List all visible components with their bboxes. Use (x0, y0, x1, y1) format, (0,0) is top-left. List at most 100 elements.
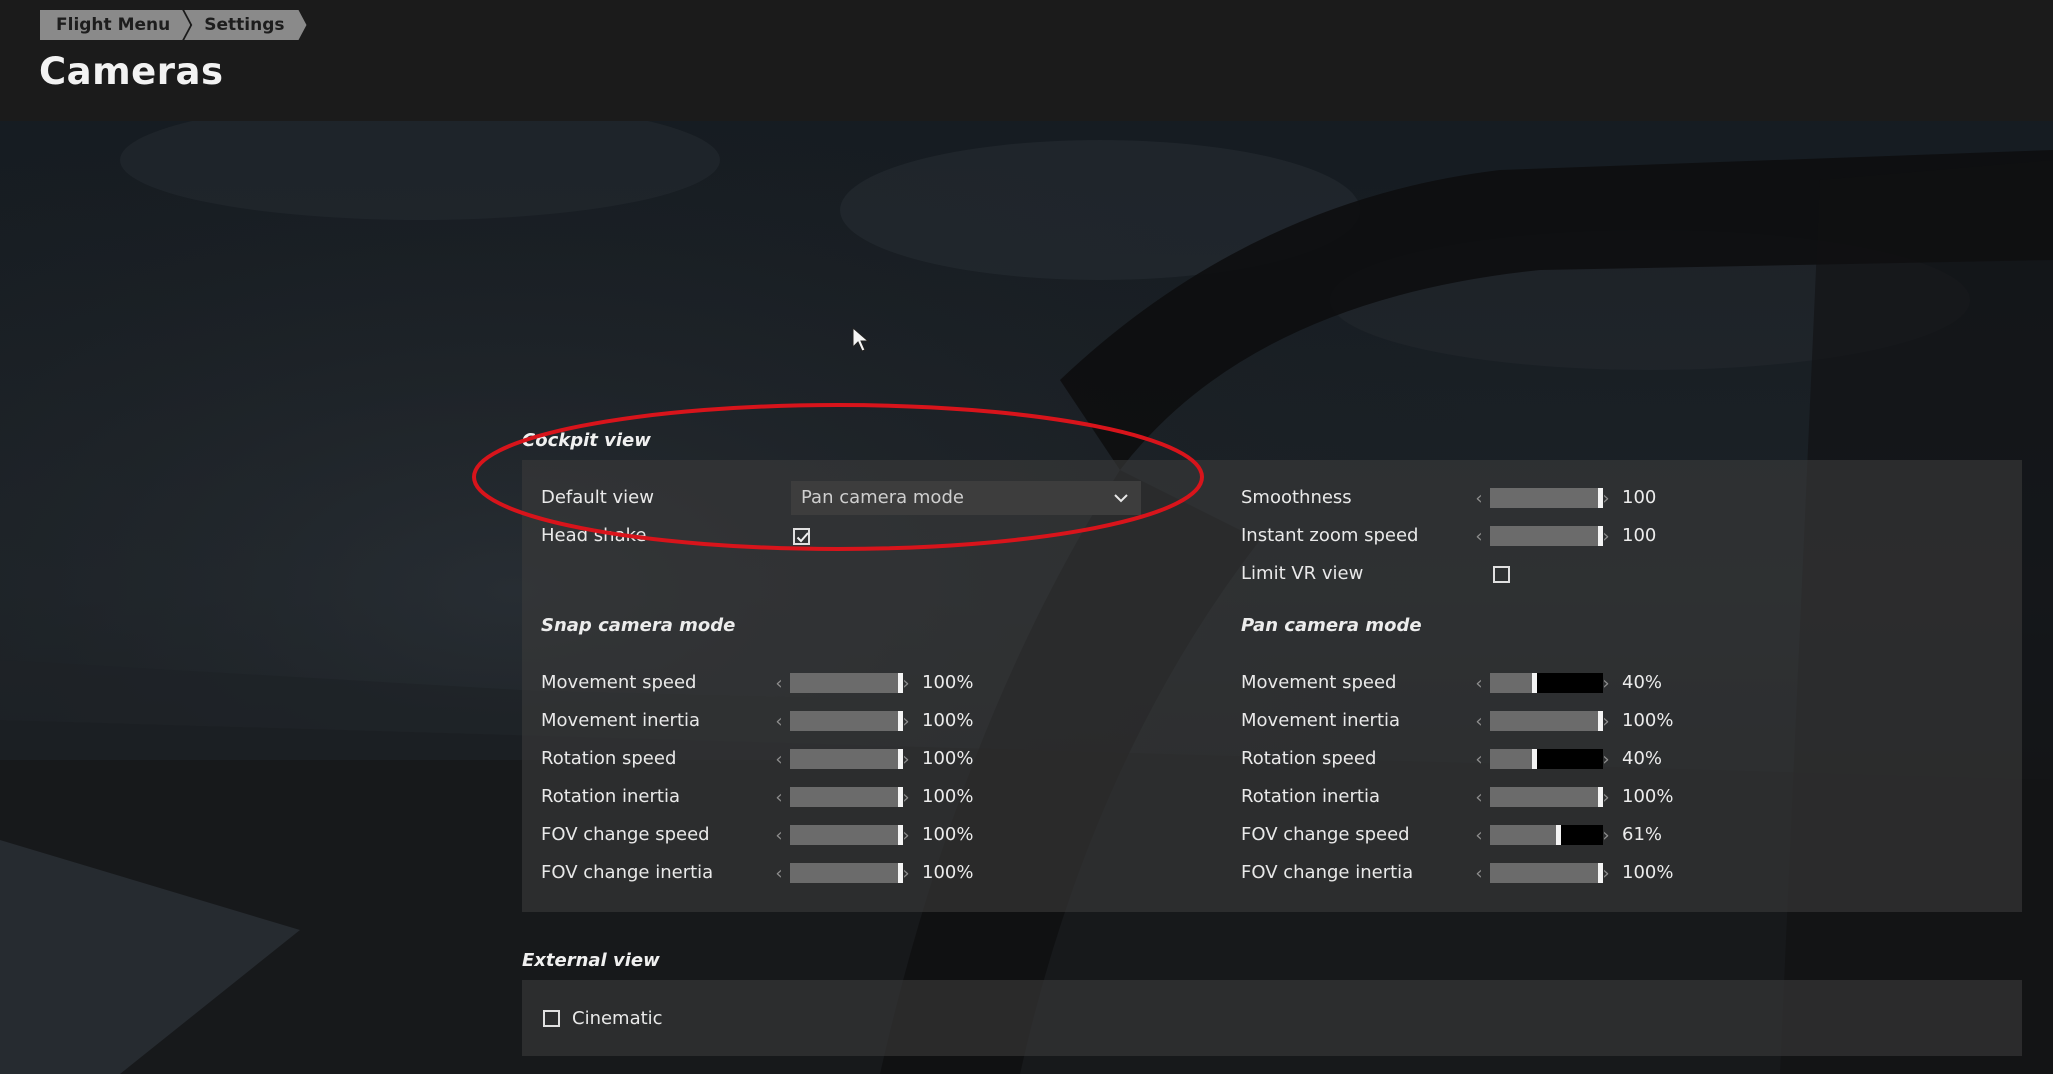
setting-slider[interactable]: ‹ › 100% (772, 748, 973, 771)
chevron-right-icon[interactable]: › (1599, 787, 1613, 809)
setting-label: Rotation inertia (1241, 786, 1380, 807)
chevron-right-icon[interactable]: › (1599, 711, 1613, 733)
chevron-left-icon[interactable]: ‹ (772, 825, 786, 847)
header-bar (0, 0, 2053, 121)
setting-label: Movement inertia (541, 710, 701, 731)
chevron-right-icon[interactable]: › (1599, 673, 1613, 695)
default-view-value: Pan camera mode (801, 487, 964, 508)
mouse-cursor-icon (852, 327, 870, 352)
slider-track[interactable] (1490, 673, 1603, 693)
slider-track[interactable] (790, 749, 903, 769)
chevron-left-icon[interactable]: ‹ (1472, 825, 1486, 847)
chevron-right-icon[interactable]: › (899, 711, 913, 733)
chevron-left-icon[interactable]: ‹ (1472, 711, 1486, 733)
chevron-right-icon[interactable]: › (899, 787, 913, 809)
setting-value: 100% (922, 824, 974, 845)
default-view-label: Default view (541, 487, 654, 508)
chevron-left-icon[interactable]: ‹ (1472, 488, 1486, 510)
slider-track[interactable] (1490, 863, 1603, 883)
chevron-right-icon[interactable]: › (899, 749, 913, 771)
slider-track[interactable] (1490, 787, 1603, 807)
default-view-dropdown[interactable]: Pan camera mode (791, 481, 1141, 515)
snap-camera-mode-title: Snap camera mode (541, 615, 736, 636)
setting-slider[interactable]: ‹ › 100% (1472, 786, 1673, 809)
smoothness-slider[interactable]: ‹ › 100 (1472, 487, 1662, 510)
slider-track[interactable] (1490, 749, 1603, 769)
chevron-left-icon[interactable]: ‹ (1472, 863, 1486, 885)
limit-vr-view-checkbox[interactable] (1493, 566, 1510, 583)
breadcrumb-settings[interactable]: Settings (184, 10, 306, 40)
page-title: Cameras (39, 50, 224, 93)
setting-slider[interactable]: ‹ › 100% (772, 862, 973, 885)
setting-label: FOV change speed (541, 824, 710, 845)
setting-value: 100% (922, 710, 974, 731)
setting-slider[interactable]: ‹ › 100% (772, 710, 973, 733)
setting-slider[interactable]: ‹ › 100% (772, 786, 973, 809)
pan-camera-mode-title: Pan camera mode (1241, 615, 1422, 636)
slider-track[interactable] (790, 673, 903, 693)
setting-label: FOV change inertia (541, 862, 714, 883)
chevron-right-icon[interactable]: › (1599, 825, 1613, 847)
setting-slider[interactable]: ‹ › 100% (1472, 862, 1673, 885)
setting-label: FOV change inertia (1241, 862, 1414, 883)
chevron-right-icon[interactable]: › (899, 825, 913, 847)
slider-thumb[interactable] (1532, 673, 1537, 693)
chevron-left-icon[interactable]: ‹ (772, 863, 786, 885)
slider-track[interactable] (790, 711, 903, 731)
slider-thumb[interactable] (1556, 825, 1561, 845)
setting-slider[interactable]: ‹ › 61% (1472, 824, 1663, 847)
cinematic-checkbox[interactable] (543, 1010, 560, 1027)
setting-slider[interactable]: ‹ › 40% (1472, 748, 1663, 771)
instant-zoom-speed-value: 100 (1622, 525, 1657, 546)
head-shake-label: Head shake (541, 525, 647, 546)
cinematic-label: Cinematic (572, 1008, 663, 1029)
setting-value: 40% (1622, 672, 1663, 693)
setting-value: 100% (1622, 862, 1674, 883)
chevron-left-icon[interactable]: ‹ (1472, 673, 1486, 695)
chevron-left-icon[interactable]: ‹ (1472, 526, 1486, 548)
chevron-down-icon (1114, 494, 1128, 503)
setting-slider[interactable]: ‹ › 100% (772, 824, 973, 847)
chevron-right-icon[interactable]: › (899, 863, 913, 885)
setting-value: 61% (1622, 824, 1663, 845)
chevron-left-icon[interactable]: ‹ (1472, 749, 1486, 771)
setting-value: 100% (922, 786, 974, 807)
external-view-panel (522, 980, 2022, 1056)
checkmark-icon (796, 532, 809, 543)
smoothness-value: 100 (1622, 487, 1657, 508)
slider-track[interactable] (790, 787, 903, 807)
chevron-left-icon[interactable]: ‹ (772, 787, 786, 809)
chevron-right-icon[interactable]: › (1599, 749, 1613, 771)
chevron-right-icon[interactable]: › (1599, 526, 1613, 548)
setting-slider[interactable]: ‹ › 40% (1472, 672, 1663, 695)
setting-value: 100% (1622, 786, 1674, 807)
smoothness-label: Smoothness (1241, 487, 1352, 508)
setting-value: 100% (922, 862, 974, 883)
section-title-cockpit-view: Cockpit view (522, 430, 651, 451)
slider-track[interactable] (1490, 488, 1603, 508)
setting-label: Movement speed (1241, 672, 1397, 693)
chevron-right-icon[interactable]: › (899, 673, 913, 695)
slider-track[interactable] (790, 863, 903, 883)
chevron-left-icon[interactable]: ‹ (772, 749, 786, 771)
slider-track[interactable] (1490, 825, 1603, 845)
head-shake-checkbox[interactable] (793, 528, 810, 545)
setting-slider[interactable]: ‹ › 100% (1472, 710, 1673, 733)
chevron-left-icon[interactable]: ‹ (772, 673, 786, 695)
setting-value: 100% (922, 672, 974, 693)
slider-thumb[interactable] (1532, 749, 1537, 769)
chevron-left-icon[interactable]: ‹ (1472, 787, 1486, 809)
slider-track[interactable] (1490, 526, 1603, 546)
setting-slider[interactable]: ‹ › 100% (772, 672, 973, 695)
setting-label: FOV change speed (1241, 824, 1410, 845)
breadcrumb-flight-menu[interactable]: Flight Menu (40, 10, 190, 40)
slider-track[interactable] (1490, 711, 1603, 731)
instant-zoom-speed-slider[interactable]: ‹ › 100 (1472, 525, 1662, 548)
chevron-right-icon[interactable]: › (1599, 863, 1613, 885)
setting-label: Rotation speed (1241, 748, 1377, 769)
chevron-right-icon[interactable]: › (1599, 488, 1613, 510)
setting-value: 40% (1622, 748, 1663, 769)
slider-track[interactable] (790, 825, 903, 845)
setting-value: 100% (1622, 710, 1674, 731)
chevron-left-icon[interactable]: ‹ (772, 711, 786, 733)
